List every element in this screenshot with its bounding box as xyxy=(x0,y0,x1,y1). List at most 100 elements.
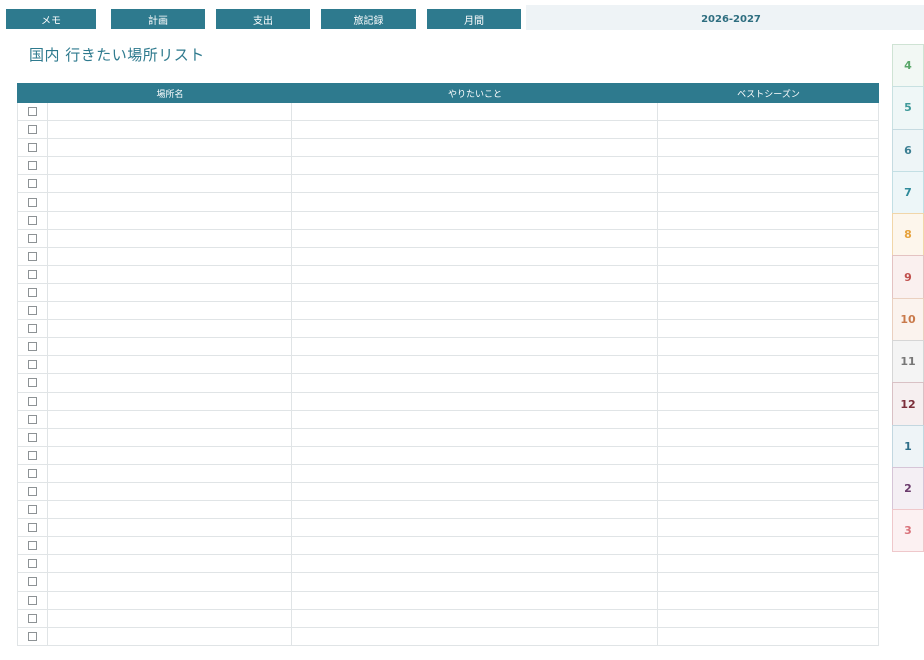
month-tab-9[interactable]: 9 xyxy=(892,255,924,298)
row-checkbox[interactable] xyxy=(28,523,37,533)
place-name-cell[interactable] xyxy=(48,265,292,283)
todo-cell[interactable] xyxy=(292,193,658,211)
place-name-cell[interactable] xyxy=(48,157,292,175)
row-checkbox[interactable] xyxy=(28,378,37,388)
place-name-cell[interactable] xyxy=(48,139,292,157)
todo-cell[interactable] xyxy=(292,537,658,555)
place-name-cell[interactable] xyxy=(48,320,292,338)
month-tab-5[interactable]: 5 xyxy=(892,86,924,129)
month-tab-8[interactable]: 8 xyxy=(892,213,924,256)
best-season-cell[interactable] xyxy=(658,356,879,374)
place-name-cell[interactable] xyxy=(48,537,292,555)
todo-cell[interactable] xyxy=(292,627,658,645)
best-season-cell[interactable] xyxy=(658,265,879,283)
todo-cell[interactable] xyxy=(292,428,658,446)
row-checkbox[interactable] xyxy=(28,161,37,171)
place-name-cell[interactable] xyxy=(48,555,292,573)
todo-cell[interactable] xyxy=(292,410,658,428)
best-season-cell[interactable] xyxy=(658,193,879,211)
best-season-cell[interactable] xyxy=(658,392,879,410)
best-season-cell[interactable] xyxy=(658,446,879,464)
row-checkbox[interactable] xyxy=(28,541,37,551)
row-checkbox[interactable] xyxy=(28,287,37,297)
place-name-cell[interactable] xyxy=(48,103,292,121)
monthly-button[interactable]: 月間 xyxy=(427,9,521,29)
row-checkbox[interactable] xyxy=(28,143,37,153)
row-checkbox[interactable] xyxy=(28,342,37,352)
row-checkbox[interactable] xyxy=(28,107,37,117)
row-checkbox[interactable] xyxy=(28,487,37,497)
todo-cell[interactable] xyxy=(292,265,658,283)
expense-button[interactable]: 支出 xyxy=(216,9,310,29)
todo-cell[interactable] xyxy=(292,247,658,265)
row-checkbox[interactable] xyxy=(28,432,37,442)
month-tab-1[interactable]: 1 xyxy=(892,424,924,467)
best-season-cell[interactable] xyxy=(658,428,879,446)
month-tab-10[interactable]: 10 xyxy=(892,297,924,341)
row-checkbox[interactable] xyxy=(28,396,37,406)
memo-button[interactable]: メモ xyxy=(6,9,96,29)
row-checkbox[interactable] xyxy=(28,577,37,587)
row-checkbox[interactable] xyxy=(28,505,37,515)
place-name-cell[interactable] xyxy=(48,338,292,356)
best-season-cell[interactable] xyxy=(658,410,879,428)
place-name-cell[interactable] xyxy=(48,193,292,211)
place-name-cell[interactable] xyxy=(48,573,292,591)
place-name-cell[interactable] xyxy=(48,283,292,302)
row-checkbox[interactable] xyxy=(28,269,37,279)
todo-cell[interactable] xyxy=(292,609,658,627)
place-name-cell[interactable] xyxy=(48,501,292,519)
place-name-cell[interactable] xyxy=(48,229,292,247)
best-season-cell[interactable] xyxy=(658,302,879,320)
place-name-cell[interactable] xyxy=(48,211,292,229)
best-season-cell[interactable] xyxy=(658,464,879,482)
row-checkbox[interactable] xyxy=(28,559,37,569)
month-tab-4[interactable]: 4 xyxy=(892,44,924,87)
place-name-cell[interactable] xyxy=(48,247,292,265)
place-name-cell[interactable] xyxy=(48,121,292,139)
todo-cell[interactable] xyxy=(292,157,658,175)
place-name-cell[interactable] xyxy=(48,519,292,537)
place-name-cell[interactable] xyxy=(48,464,292,482)
row-checkbox[interactable] xyxy=(28,125,37,135)
best-season-cell[interactable] xyxy=(658,537,879,555)
row-checkbox[interactable] xyxy=(28,613,37,623)
month-tab-11[interactable]: 11 xyxy=(892,340,924,383)
place-name-cell[interactable] xyxy=(48,356,292,374)
todo-cell[interactable] xyxy=(292,446,658,464)
travel-log-button[interactable]: 旅記録 xyxy=(321,9,416,29)
best-season-cell[interactable] xyxy=(658,627,879,645)
todo-cell[interactable] xyxy=(292,392,658,410)
best-season-cell[interactable] xyxy=(658,609,879,627)
row-checkbox[interactable] xyxy=(28,595,37,605)
todo-cell[interactable] xyxy=(292,229,658,247)
best-season-cell[interactable] xyxy=(658,320,879,338)
todo-cell[interactable] xyxy=(292,121,658,139)
place-name-cell[interactable] xyxy=(48,428,292,446)
row-checkbox[interactable] xyxy=(28,360,37,370)
row-checkbox[interactable] xyxy=(28,414,37,424)
best-season-cell[interactable] xyxy=(658,247,879,265)
place-name-cell[interactable] xyxy=(48,410,292,428)
todo-cell[interactable] xyxy=(292,374,658,392)
best-season-cell[interactable] xyxy=(658,229,879,247)
place-name-cell[interactable] xyxy=(48,302,292,320)
best-season-cell[interactable] xyxy=(658,283,879,302)
todo-cell[interactable] xyxy=(292,320,658,338)
row-checkbox[interactable] xyxy=(28,251,37,261)
todo-cell[interactable] xyxy=(292,211,658,229)
row-checkbox[interactable] xyxy=(28,179,37,189)
best-season-cell[interactable] xyxy=(658,175,879,193)
row-checkbox[interactable] xyxy=(28,468,37,478)
row-checkbox[interactable] xyxy=(28,324,37,334)
month-tab-3[interactable]: 3 xyxy=(892,509,924,552)
best-season-cell[interactable] xyxy=(658,374,879,392)
place-name-cell[interactable] xyxy=(48,175,292,193)
row-checkbox[interactable] xyxy=(28,450,37,460)
place-name-cell[interactable] xyxy=(48,374,292,392)
place-name-cell[interactable] xyxy=(48,627,292,645)
place-name-cell[interactable] xyxy=(48,609,292,627)
todo-cell[interactable] xyxy=(292,591,658,609)
best-season-cell[interactable] xyxy=(658,121,879,139)
best-season-cell[interactable] xyxy=(658,519,879,537)
